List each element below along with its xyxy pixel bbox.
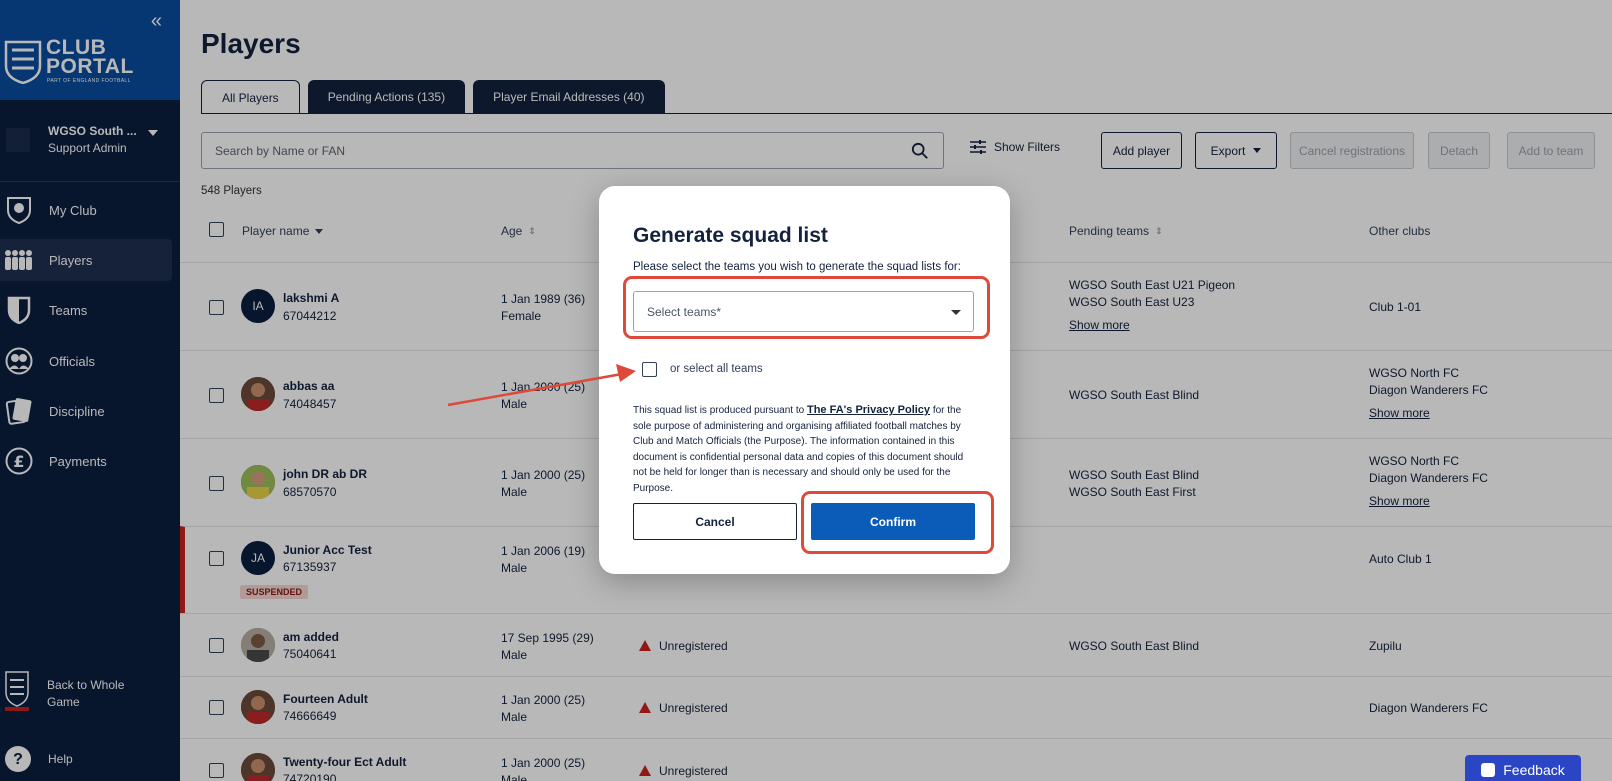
select-all-teams-label[interactable]: or select all teams <box>670 363 763 375</box>
cancel-button[interactable]: Cancel <box>633 503 797 540</box>
feedback-icon <box>1481 763 1496 777</box>
feedback-button[interactable]: Feedback <box>1465 755 1581 781</box>
dialog-subtitle: Please select the teams you wish to gene… <box>633 261 961 273</box>
privacy-notice: This squad list is produced pursuant to … <box>633 403 978 496</box>
highlight-box-select <box>623 276 990 339</box>
highlight-box-confirm <box>801 491 994 554</box>
privacy-notice-pre: This squad list is produced pursuant to <box>633 405 807 416</box>
select-all-teams-checkbox[interactable] <box>642 362 657 377</box>
dialog-title: Generate squad list <box>633 224 828 247</box>
privacy-policy-link[interactable]: The FA's Privacy Policy <box>807 404 930 416</box>
feedback-label: Feedback <box>1503 762 1565 778</box>
privacy-notice-post: for the sole purpose of administering an… <box>633 405 964 494</box>
